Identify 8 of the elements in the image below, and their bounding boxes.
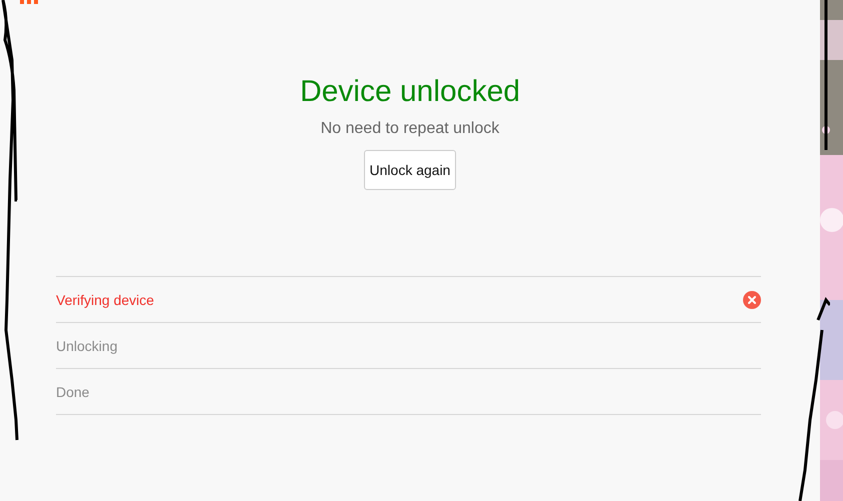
status-title: Device unlocked [300,74,520,110]
error-icon [743,290,761,308]
logo-icon [20,0,38,4]
unlock-again-button[interactable]: Unlock again [364,150,456,190]
step-label: Done [56,384,90,400]
status-message: No need to repeat unlock [320,120,500,138]
step-label: Unlocking [56,338,118,354]
step-label: Verifying device [56,292,154,308]
